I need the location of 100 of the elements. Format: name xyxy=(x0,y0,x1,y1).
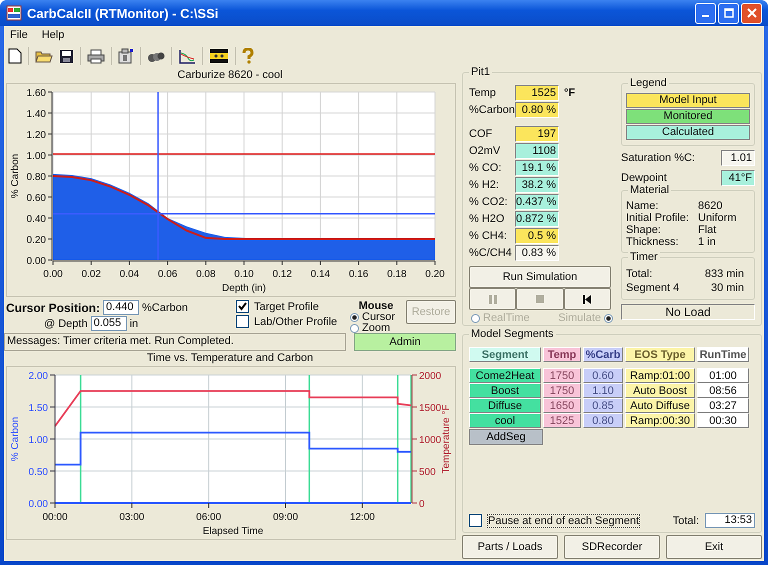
dewpoint-value: 41°F xyxy=(721,170,755,186)
unit-label: °F xyxy=(564,87,576,99)
new-file-icon[interactable] xyxy=(8,48,22,64)
app-icon xyxy=(6,5,22,21)
axis-label: 0.18 xyxy=(387,269,407,280)
radio-button[interactable] xyxy=(350,324,359,333)
timer-label: Total: xyxy=(626,267,654,281)
add-segment-button[interactable]: AddSeg xyxy=(469,429,543,445)
legend-item: Monitored xyxy=(626,109,750,124)
column-header: Segment xyxy=(469,347,541,362)
reading-value: 0.5 % xyxy=(515,228,559,244)
user-status: Admin xyxy=(354,333,456,351)
axis-label: 1.20 xyxy=(26,130,46,141)
table-cell[interactable]: 03:27 xyxy=(697,398,749,413)
saturation-value: 1.01 xyxy=(721,150,755,166)
axis-label: 0.20 xyxy=(425,269,445,280)
table-cell[interactable]: 1750 xyxy=(543,368,581,383)
open-folder-icon[interactable] xyxy=(35,49,53,63)
message-bar: Messages: Timer criteria met. Run Completed. xyxy=(4,333,346,351)
table-cell[interactable]: Boost xyxy=(469,383,541,398)
table-cell[interactable]: 0.80 xyxy=(583,413,623,428)
table-cell[interactable]: Diffuse xyxy=(469,398,541,413)
table-cell[interactable]: 08:56 xyxy=(697,383,749,398)
table-cell[interactable]: 00:30 xyxy=(697,413,749,428)
table-cell[interactable]: 01:00 xyxy=(697,368,749,383)
property-value: Uniform xyxy=(698,212,738,224)
table-cell[interactable]: Auto Diffuse xyxy=(625,398,695,413)
reading-label: O2mV xyxy=(469,145,502,157)
table-cell[interactable]: 1.10 xyxy=(583,383,623,398)
save-icon[interactable] xyxy=(59,48,74,64)
rewind-button[interactable] xyxy=(564,288,611,310)
timer-label: Segment 4 xyxy=(626,281,680,295)
column-header: Temp xyxy=(543,347,581,362)
axis-label: 500 xyxy=(419,467,436,478)
checkbox-label: Target Profile xyxy=(254,300,319,312)
depth-label: @ Depth xyxy=(44,318,88,330)
properties-icon[interactable] xyxy=(118,48,134,64)
print-icon[interactable] xyxy=(87,48,105,64)
minimize-button[interactable] xyxy=(695,2,716,24)
axis-label: 1.50 xyxy=(28,403,48,414)
table-cell[interactable]: cool xyxy=(469,413,541,428)
stop-icon xyxy=(534,294,545,304)
checkbox-label: Pause at end of each Segment xyxy=(487,514,640,528)
table-cell[interactable]: Ramp:01:00 xyxy=(625,368,695,383)
axis-label: 1.60 xyxy=(26,88,46,99)
axis-label: 0.60 xyxy=(26,193,46,204)
reading-value: 19.1 % xyxy=(515,160,559,176)
action-button[interactable]: SDRecorder xyxy=(564,535,660,559)
checkbox[interactable] xyxy=(236,300,249,313)
checkbox[interactable] xyxy=(236,315,249,328)
axis-label: 0 xyxy=(419,499,425,510)
axis-label: 0.80 xyxy=(26,172,46,183)
axis-title: Depth (in) xyxy=(222,283,266,294)
table-cell[interactable]: Ramp:00:30 xyxy=(625,413,695,428)
table-cell[interactable]: Auto Boost xyxy=(625,383,695,398)
reading-value: 1108 xyxy=(515,143,559,159)
axis-label: 0.50 xyxy=(28,467,48,478)
group-title: Mouse xyxy=(358,300,394,312)
chart-title: Time vs. Temperature and Carbon xyxy=(146,351,314,366)
group-title: Legend xyxy=(628,77,669,90)
table-cell[interactable]: 0.60 xyxy=(583,368,623,383)
reading-label: % CH4: xyxy=(469,230,508,242)
reading-label: %Carbon xyxy=(469,104,515,116)
maximize-icon xyxy=(724,8,734,18)
depth-field[interactable]: 0.055 xyxy=(90,316,127,331)
table-cell[interactable]: 1650 xyxy=(543,398,581,413)
radio-label: Cursor xyxy=(362,312,396,323)
unit-label: in xyxy=(130,318,138,330)
run-simulation-button[interactable]: Run Simulation xyxy=(469,266,611,288)
table-cell[interactable]: 1750 xyxy=(543,383,581,398)
radio-button[interactable] xyxy=(350,313,359,322)
menu-item[interactable]: Help xyxy=(42,29,64,41)
furnace-icon[interactable] xyxy=(209,48,229,64)
table-cell[interactable]: Come2Heat xyxy=(469,368,541,383)
action-button[interactable]: Parts / Loads xyxy=(462,535,558,559)
checkbox[interactable] xyxy=(469,514,482,527)
legend-item: Model Input xyxy=(626,93,750,108)
property-label: Shape: xyxy=(626,224,662,236)
close-button[interactable] xyxy=(741,2,762,24)
axis-label: 0.04 xyxy=(120,269,140,280)
menu-item[interactable]: File xyxy=(10,29,28,41)
table-cell[interactable]: 1525 xyxy=(543,413,581,428)
reading-value: 38.2 % xyxy=(515,177,559,193)
axis-label: 0.16 xyxy=(348,269,368,280)
column-header: RunTime xyxy=(697,347,749,362)
curve-chart-icon[interactable] xyxy=(178,48,196,64)
table-cell[interactable]: 0.85 xyxy=(583,398,623,413)
help-icon[interactable] xyxy=(242,48,254,64)
action-button[interactable]: Exit xyxy=(666,535,762,559)
axis-label: 0.02 xyxy=(81,269,101,280)
axis-title: Elapsed Time xyxy=(202,526,264,537)
reading-label: % CO: xyxy=(469,162,502,174)
reading-label: % H2: xyxy=(469,179,500,191)
maximize-button[interactable] xyxy=(718,2,739,24)
axis-label: 03:00 xyxy=(119,512,144,523)
checkbox-label: Lab/Other Profile xyxy=(254,316,338,328)
radio-label: Simulate xyxy=(558,312,601,324)
axis-label: 0.20 xyxy=(26,235,46,246)
axis-title: % Carbon xyxy=(10,416,21,462)
carbon-field[interactable]: 0.440 xyxy=(103,300,140,315)
